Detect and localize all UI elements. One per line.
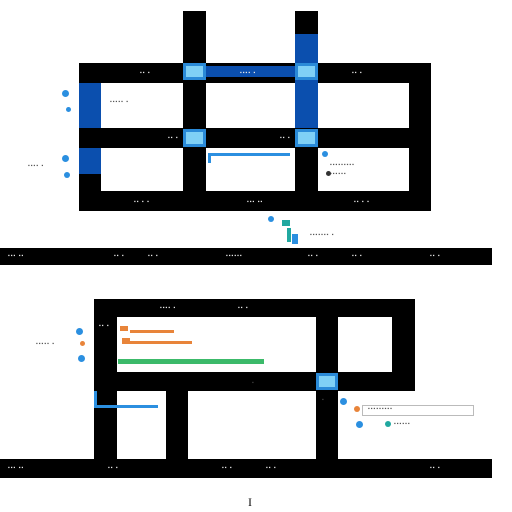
band-1-label-4: ▪▪▪▪▪▪ bbox=[226, 253, 243, 259]
top-junction-node-3 bbox=[183, 129, 206, 147]
bottom-frame-middle-bar bbox=[94, 372, 415, 391]
top-glyph-7: ▪▪ ▪ ▪ bbox=[354, 199, 370, 205]
band-2 bbox=[0, 459, 492, 478]
top-junction-node-4 bbox=[295, 129, 318, 147]
bottom-glyph-2: ▪▪ ▪ bbox=[238, 305, 249, 311]
top-junction-right-column bbox=[295, 34, 318, 128]
top-marker-6 bbox=[326, 171, 331, 176]
top-glyph-6: ▪▪▪ ▪▪ bbox=[247, 199, 264, 205]
accent-blue-v bbox=[94, 391, 97, 407]
bottom-glyph-1: ▪▪▪▪ ▪ bbox=[160, 305, 177, 311]
accent-orange-2 bbox=[122, 338, 130, 344]
top-junction-left-edge bbox=[79, 83, 101, 128]
accent-green bbox=[118, 359, 264, 364]
bottom-annotation-right-2: ▪▪▪▪▪▪ bbox=[394, 421, 411, 427]
top-marker-4 bbox=[64, 172, 70, 178]
bottom-marker-3 bbox=[80, 341, 85, 346]
band-2-label-1: ▪▪▪ ▪▪ bbox=[8, 465, 25, 471]
figure-caption: I bbox=[248, 495, 252, 509]
band-1-label-5: ▪▪ ▪ bbox=[308, 253, 319, 259]
bottom-frame-top-bar bbox=[94, 299, 415, 317]
band-2-label-2: ▪▪ ▪ bbox=[108, 465, 119, 471]
top-annotation-2: ▪▪▪▪ ▪ bbox=[28, 163, 45, 169]
top-glyph-4: ▪▪ ▪ bbox=[280, 135, 291, 141]
connector-annotation: ▪▪▪▪▪▪▪ ▪ bbox=[310, 232, 335, 238]
top-marker-5 bbox=[322, 151, 328, 157]
bottom-marker-1 bbox=[76, 328, 83, 335]
top-frame-middle-bar bbox=[79, 128, 431, 148]
band-1-label-7: ▪▪ ▪ bbox=[430, 253, 441, 259]
top-link-line-tick bbox=[208, 153, 211, 163]
bottom-marker-6 bbox=[356, 421, 363, 428]
top-annotation-3: ▪▪▪▪▪▪▪▪▪ bbox=[330, 162, 355, 168]
band-2-label-3: ▪▪ ▪ bbox=[222, 465, 233, 471]
connector-teal-1 bbox=[282, 220, 290, 226]
bottom-small-mark: ▪ bbox=[322, 397, 324, 403]
bottom-column-1 bbox=[166, 372, 188, 459]
bottom-mark: ▪ bbox=[252, 380, 254, 386]
band-1-label-2: ▪▪ ▪ bbox=[114, 253, 125, 259]
bottom-marker-2 bbox=[78, 355, 85, 362]
top-annotation-1: ▪▪▪▪▪ ▪ bbox=[110, 99, 130, 105]
bottom-marker-5 bbox=[354, 406, 360, 412]
top-junction-left-edge-2 bbox=[79, 148, 101, 174]
top-annotation-4: ▪▪▪▪▪▪ bbox=[330, 171, 347, 177]
band-1-label-3: ▪▪ ▪ bbox=[148, 253, 159, 259]
top-junction-node-2 bbox=[295, 63, 318, 80]
top-marker-3 bbox=[62, 155, 69, 162]
accent-orange-3 bbox=[130, 330, 174, 333]
bottom-marker-7 bbox=[385, 421, 391, 427]
top-marker-2 bbox=[66, 107, 71, 112]
connector-dot bbox=[268, 216, 274, 222]
diagram-canvas: ▪▪ ▪ ▪▪ ▪ ▪▪ ▪ ▪▪ ▪ ▪▪ ▪ ▪ ▪▪▪ ▪▪ ▪▪ ▪ ▪… bbox=[0, 0, 512, 512]
top-glyph-8: ▪▪▪▪ ▪ bbox=[240, 70, 257, 76]
band-1 bbox=[0, 248, 492, 265]
connector-blue bbox=[292, 234, 298, 244]
top-marker-1 bbox=[62, 90, 69, 97]
top-glyph-3: ▪▪ ▪ bbox=[168, 135, 179, 141]
top-column-left bbox=[183, 11, 206, 211]
top-glyph-1: ▪▪ ▪ bbox=[140, 70, 151, 76]
band-2-label-5: ▪▪ ▪ bbox=[430, 465, 441, 471]
top-link-line bbox=[208, 153, 290, 156]
top-glyph-2: ▪▪ ▪ bbox=[352, 70, 363, 76]
band-2-label-4: ▪▪ ▪ bbox=[266, 465, 277, 471]
bottom-annotation-right-1: ▪▪▪▪▪▪▪▪▪ bbox=[368, 406, 393, 412]
top-junction-node-1 bbox=[183, 63, 206, 80]
bottom-annotation-left: ▪▪▪▪▪ ▪ bbox=[36, 341, 56, 347]
bottom-glyph-3: ▪▪ ▪ bbox=[99, 323, 110, 329]
band-1-label-1: ▪▪▪ ▪▪ bbox=[8, 253, 25, 259]
band-1-label-6: ▪▪ ▪ bbox=[352, 253, 363, 259]
accent-blue-h bbox=[94, 405, 158, 408]
bottom-junction-node bbox=[316, 373, 338, 390]
accent-orange-1 bbox=[120, 326, 128, 331]
bottom-marker-4 bbox=[340, 398, 347, 405]
top-glyph-5: ▪▪ ▪ ▪ bbox=[134, 199, 150, 205]
connector-teal-2 bbox=[287, 228, 291, 242]
accent-orange-4 bbox=[130, 341, 192, 344]
